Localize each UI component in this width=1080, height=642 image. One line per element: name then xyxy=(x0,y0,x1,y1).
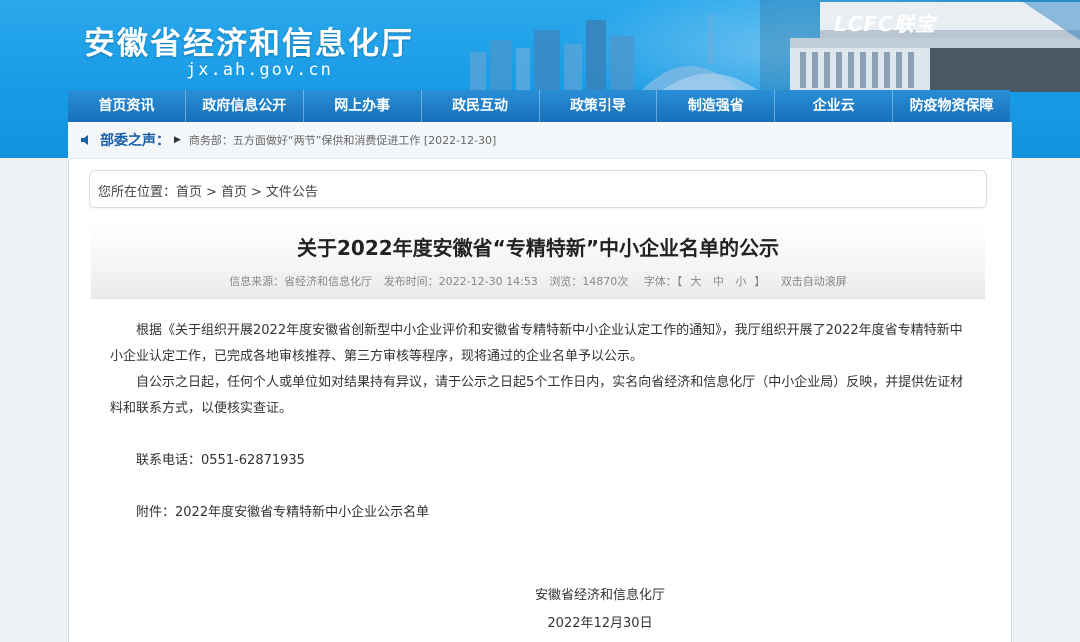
breadcrumb-home-2[interactable]: 首页 xyxy=(221,185,247,200)
breadcrumb-separator: > xyxy=(206,185,217,200)
breadcrumb-trail: 您所在位置：首页 > 首页 > 文件公告 xyxy=(98,181,318,200)
contact-phone: 联系电话：0551-62871935 xyxy=(136,453,305,468)
nav-item-manufacturing[interactable]: 制造强省 xyxy=(657,90,776,122)
meta-font-close: 】 xyxy=(754,275,766,288)
autoscroll-toggle[interactable]: 双击自动滚屏 xyxy=(781,275,847,288)
signature-block: 安徽省经济和信息化厅 2022年12月30日 xyxy=(530,582,670,638)
main-nav: 首页资讯 政府信息公开 网上办事 政民互动 政策引导 制造强省 企业云 防疫物资… xyxy=(68,90,1010,122)
nav-item-interaction[interactable]: 政民互动 xyxy=(422,90,540,122)
meta-time: 发布时间：2022-12-30 14:53 xyxy=(383,275,538,288)
breadcrumb-prefix: 您所在位置： xyxy=(98,185,177,200)
nav-item-enterprise-cloud[interactable]: 企业云 xyxy=(775,90,894,122)
meta-font-label: 字体：【 xyxy=(643,275,683,288)
breadcrumb-home[interactable]: 首页 xyxy=(176,185,202,200)
breadcrumb: 您所在位置：首页 > 首页 > 文件公告 xyxy=(89,170,987,208)
font-size-small-button[interactable]: 小 xyxy=(735,275,746,288)
sign-organization: 安徽省经济和信息化厅 xyxy=(534,588,665,603)
sign-date: 2022年12月30日 xyxy=(547,616,653,631)
nav-item-policy[interactable]: 政策引导 xyxy=(540,90,658,122)
breadcrumb-separator: > xyxy=(250,185,262,200)
arrow-right-icon: ▶ xyxy=(174,135,181,145)
article-body: 根据《关于组织开展2022年度安徽省创新型中小企业评价和安徽省专精特新中小企业认… xyxy=(110,318,972,526)
meta-source: 信息来源：省经济和信息化厅 xyxy=(229,275,373,288)
article-meta: 信息来源：省经济和信息化厅 发布时间：2022-12-30 14:53 浏览：1… xyxy=(91,273,985,289)
font-size-medium-button[interactable]: 中 xyxy=(713,275,724,288)
notice-bar: 部委之声： ▶ 商务部：五方面做好“两节”保供和消费促进工作 [2022-12-… xyxy=(68,122,1010,159)
font-size-large-button[interactable]: 大 xyxy=(690,275,701,288)
nav-item-epidemic-supplies[interactable]: 防疫物资保障 xyxy=(893,90,1010,122)
meta-views: 浏览：14870次 xyxy=(549,275,629,288)
site-title[interactable]: 安徽省经济和信息化厅 xyxy=(84,18,414,63)
article-title: 关于2022年度安徽省“专精特新”中小企业名单的公示 xyxy=(297,236,779,260)
notice-link[interactable]: 商务部：五方面做好“两节”保供和消费促进工作 [2022-12-30] xyxy=(189,132,496,148)
notice-title: 部委之声： xyxy=(100,133,170,149)
site-url[interactable]: jx.ah.gov.cn xyxy=(186,60,333,80)
nav-item-gov-info[interactable]: 政府信息公开 xyxy=(186,90,304,122)
article-header: 关于2022年度安徽省“专精特新”中小企业名单的公示 信息来源：省经济和信息化厅… xyxy=(91,220,985,299)
breadcrumb-category[interactable]: 文件公告 xyxy=(266,185,318,200)
attachment-link[interactable]: 附件：2022年度安徽省专精特新中小企业公示名单 xyxy=(110,500,972,526)
nav-item-online-service[interactable]: 网上办事 xyxy=(304,90,422,122)
nav-item-home[interactable]: 首页资讯 xyxy=(68,90,186,122)
article-paragraph: 自公示之日起，任何个人或单位如对结果持有异议，请于公示之日起5个工作日内，实名向… xyxy=(110,375,964,416)
speaker-icon xyxy=(81,135,88,145)
building-sign: LCFC联宝 xyxy=(834,12,936,36)
article-paragraph: 根据《关于组织开展2022年度安徽省创新型中小企业评价和安徽省专精特新中小企业认… xyxy=(110,323,963,364)
city-skyline-image xyxy=(470,0,1080,92)
